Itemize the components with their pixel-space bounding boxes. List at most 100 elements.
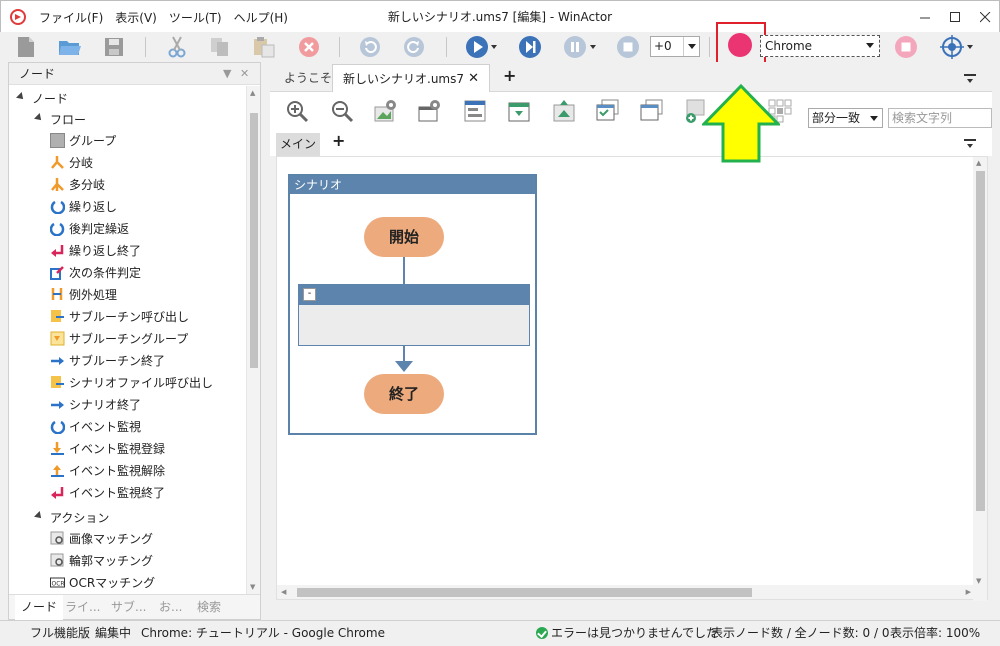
close-button[interactable] [967,1,1000,33]
copy-button[interactable] [208,35,232,59]
menu-file[interactable]: ファイル(F) [39,9,103,26]
tree-node-post-check-loop[interactable]: 後判定繰返 [49,218,129,238]
tree-node-subroutine-call[interactable]: サブルーチン呼び出し [50,306,189,326]
close-tab-icon[interactable]: ✕ [468,65,479,93]
tree-node-event-watch-register[interactable]: イベント監視登録 [50,438,165,458]
tree-node-event-watch[interactable]: イベント監視 [50,416,141,436]
tree-node-loop[interactable]: 繰り返し [50,196,117,216]
tree-node-ocr-matching[interactable]: OCR OCRマッチング [50,572,155,592]
paste-button[interactable] [252,35,276,59]
new-file-icon [18,37,34,57]
cut-button[interactable] [165,35,189,59]
tree-node-contour-matching[interactable]: 輪郭マッチング [50,550,153,570]
expand-toggle-icon[interactable] [35,513,43,521]
panel-menu-icon[interactable]: ▼ [223,63,231,85]
canvas-vertical-scrollbar[interactable]: ▲ ▼ [973,157,987,601]
menu-tools[interactable]: ツール(T) [169,9,222,26]
image-capture-button[interactable] [551,98,577,124]
match-mode-select[interactable]: 部分一致 [808,108,883,128]
zoom-out-button[interactable] [329,98,355,124]
start-node[interactable]: 開始 [364,217,444,257]
tree-node-exception[interactable]: 例外処理 [50,284,117,304]
stop-button[interactable] [616,35,640,59]
tree-node-flow[interactable]: フロー [35,109,86,129]
tree-node-group[interactable]: グループ [50,130,116,150]
scroll-up-icon[interactable]: ▲ [250,89,255,97]
tree-node-root[interactable]: ノード [17,88,68,108]
redo-button[interactable] [402,35,426,59]
subtab-list-menu-icon[interactable] [964,139,976,148]
run-options-dropdown[interactable] [491,45,497,49]
target-options-dropdown[interactable] [967,45,973,49]
scroll-left-icon[interactable]: ◀ [281,588,286,596]
tree-node-scenario-file-call[interactable]: シナリオファイル呼び出し [50,372,213,392]
speed-select[interactable]: +0 [650,36,700,57]
end-node[interactable]: 終了 [364,374,444,414]
undo-button[interactable] [358,35,382,59]
tree-node-branch[interactable]: 分岐 [50,152,93,172]
panel-close-icon[interactable]: ✕ [240,63,249,85]
add-tab-icon[interactable]: + [503,66,516,85]
window-capture-button[interactable] [506,98,532,124]
tree-node-event-watch-release[interactable]: イベント監視解除 [50,460,165,480]
tab-search[interactable]: 検索 [197,595,221,620]
canvas-horizontal-scrollbar[interactable]: ◀ ▶ [277,585,975,599]
tree-node-scenario-end[interactable]: シナリオ終了 [50,394,141,414]
tree-node-multi-branch[interactable]: 多分岐 [50,174,105,194]
tab-main[interactable]: メイン [276,133,320,156]
add-subtab-icon[interactable]: + [332,131,345,150]
run-button[interactable] [465,35,489,59]
target-window-label: Chrome: チュートリアル - Google Chrome [141,626,385,640]
image-settings-button[interactable] [373,98,399,124]
menu-view[interactable]: 表示(V) [115,9,157,26]
target-select-button[interactable] [940,35,964,59]
chevron-down-icon[interactable] [862,37,878,55]
expand-toggle-icon[interactable] [35,115,43,123]
scroll-down-icon[interactable]: ▼ [976,577,981,585]
collapse-toggle-icon[interactable]: - [303,288,316,301]
step-run-button[interactable] [518,35,542,59]
group-node[interactable]: - [298,284,530,346]
window-settings-button[interactable] [417,98,443,124]
scroll-thumb[interactable] [976,171,985,511]
scroll-thumb[interactable] [250,113,258,368]
node-panel-header: ノード ▼ ✕ [9,63,260,85]
tree-node-loop-end[interactable]: 繰り返し終了 [50,240,141,260]
scroll-right-icon[interactable]: ▶ [966,588,971,596]
tree-node-action[interactable]: アクション [35,507,109,527]
tree-node-next-condition[interactable]: 次の条件判定 [50,262,141,282]
node-search-input[interactable]: 検索文字列 [888,108,992,128]
scroll-thumb[interactable] [297,588,752,597]
scenario-frame[interactable]: シナリオ 開始 - 終了 [288,174,537,435]
tree-node-event-watch-end[interactable]: イベント監視終了 [50,482,165,502]
save-button[interactable] [102,35,126,59]
pause-button[interactable] [563,35,587,59]
chevron-down-icon[interactable] [683,37,699,56]
new-button[interactable] [14,35,38,59]
scroll-up-icon[interactable]: ▲ [976,159,981,167]
expand-toggle-icon[interactable] [17,94,25,102]
tree-node-subroutine-group[interactable]: サブルーチングループ [50,328,188,348]
tab-list-menu-icon[interactable] [964,74,976,83]
open-button[interactable] [58,35,82,59]
flow-canvas[interactable]: シナリオ 開始 - 終了 ▲ ▼ ◀ ▶ [276,156,988,601]
delete-button[interactable] [297,35,321,59]
stop-record-button[interactable] [894,35,918,59]
tab-favorites[interactable]: お... [159,595,182,620]
capture-button[interactable] [462,98,488,124]
tab-library[interactable]: ライ... [65,595,100,620]
zoom-in-icon [287,101,309,123]
tab-node[interactable]: ノード [15,595,64,620]
pause-options-dropdown[interactable] [590,45,596,49]
tab-subroutine[interactable]: サブ... [111,595,146,620]
scroll-down-icon[interactable]: ▼ [250,583,255,591]
tree-node-image-matching[interactable]: 画像マッチング [50,528,153,548]
menu-help[interactable]: ヘルプ(H) [234,9,288,26]
ui-capture-button[interactable] [595,98,621,124]
zoom-in-button[interactable] [284,98,310,124]
browser-select[interactable]: Chrome [760,35,880,57]
tree-node-subroutine-end[interactable]: サブルーチン終了 [50,350,165,370]
node-tree-scrollbar[interactable]: ▲ ▼ [246,86,260,594]
window-list-button[interactable] [639,98,665,124]
tab-new-scenario[interactable]: 新しいシナリオ.ums7 ✕ [332,64,490,92]
